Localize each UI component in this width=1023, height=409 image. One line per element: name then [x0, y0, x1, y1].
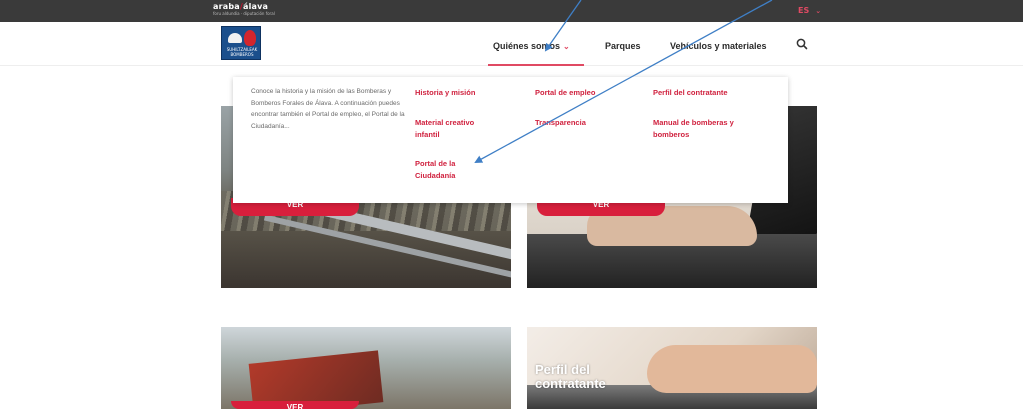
brand-secondary: álava: [243, 2, 269, 11]
bomberos-logo[interactable]: SUHILTZAILEAK BOMBEROS: [221, 26, 261, 60]
nav-item-vehiculos[interactable]: Vehículos y materiales: [670, 41, 767, 51]
page: araba/álava foru aldundia · diputación f…: [0, 0, 1023, 409]
flame-icon: [244, 30, 256, 46]
main-navbar: SUHILTZAILEAK BOMBEROS Quiénes somos ⌄ Pa…: [0, 22, 1023, 66]
menu-link-transparencia[interactable]: Transparencia: [535, 117, 635, 129]
chevron-down-icon: ⌄: [815, 7, 822, 15]
menu-description: Conoce la historia y la misión de las Bo…: [251, 88, 405, 130]
helmet-icon: [228, 33, 242, 43]
menu-link-material-infantil[interactable]: Material creativo infantil: [415, 117, 495, 140]
nav-item-quienes-somos[interactable]: Quiénes somos ⌄: [493, 41, 570, 51]
menu-link-perfil-contratante[interactable]: Perfil del contratante: [653, 87, 773, 99]
language-selector[interactable]: ES ⌄: [798, 6, 821, 15]
nav-label: Quiénes somos: [493, 41, 561, 51]
card-title: Perfil del contratante: [535, 362, 606, 391]
ver-button[interactable]: VER: [231, 401, 359, 409]
menu-link-manual[interactable]: Manual de bomberas y bomberos: [653, 117, 761, 140]
nav-label: Vehículos y materiales: [670, 41, 767, 51]
top-bar: araba/álava foru aldundia · diputación f…: [0, 0, 1023, 22]
brand-tagline: foru aldundia · diputación foral: [213, 11, 275, 16]
search-icon[interactable]: [795, 37, 809, 51]
brand-logo[interactable]: araba/álava foru aldundia · diputación f…: [213, 3, 275, 16]
nav-active-underline: [488, 64, 584, 66]
card-truck-image[interactable]: [221, 327, 511, 409]
brand-main: araba: [213, 2, 240, 11]
menu-link-historia[interactable]: Historia y misión: [415, 87, 515, 99]
menu-link-portal-empleo[interactable]: Portal de empleo: [535, 87, 635, 99]
logo-text: SUHILTZAILEAK BOMBEROS: [226, 47, 258, 57]
menu-link-portal-ciudadania[interactable]: Portal de la Ciudadanía: [415, 158, 485, 181]
nav-label: Parques: [605, 41, 641, 51]
language-label: ES: [798, 6, 810, 15]
nav-item-parques[interactable]: Parques: [605, 41, 641, 51]
typing-hand: [647, 345, 817, 393]
quienes-somos-dropdown: Conoce la historia y la misión de las Bo…: [233, 77, 788, 203]
chevron-down-icon: ⌄: [563, 42, 570, 51]
card-perfil-contratante[interactable]: Perfil del contratante: [527, 327, 817, 409]
